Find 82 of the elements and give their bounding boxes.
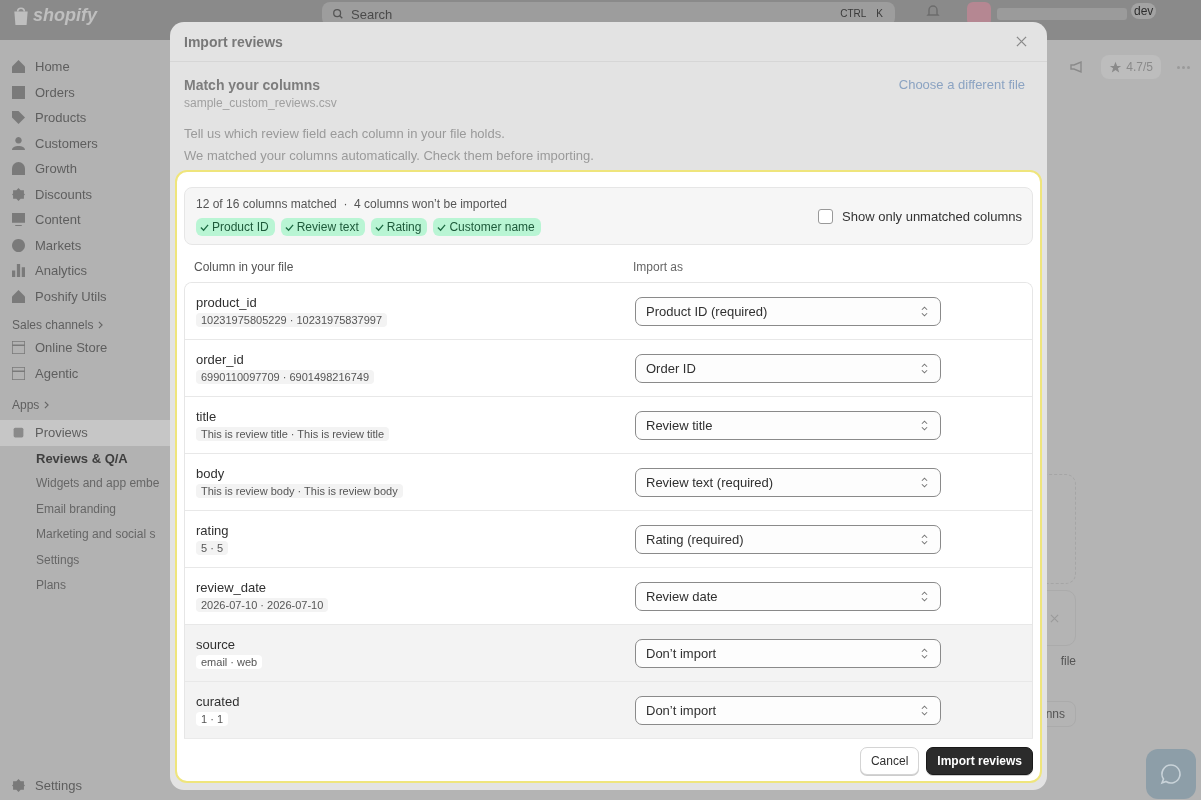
checkbox[interactable] <box>818 209 834 224</box>
chevron-up-down-icon <box>921 305 928 317</box>
import-as-select[interactable]: Product ID (required) <box>635 296 941 326</box>
tag-icon <box>12 111 25 125</box>
column-name: source <box>196 637 237 652</box>
chevron-up-down-icon <box>921 419 928 431</box>
import-as-select[interactable]: Review text (required) <box>635 467 941 497</box>
import-button[interactable]: Import reviews <box>926 747 1033 775</box>
bell-icon[interactable] <box>925 3 941 19</box>
sample-values: 2026-07-10 · 2026-07-10 <box>196 598 329 612</box>
person-icon <box>12 136 25 150</box>
store-chip[interactable]: dev <box>1131 3 1157 19</box>
import-as-select[interactable]: Rating (required) <box>635 524 941 554</box>
check-icon <box>284 222 294 232</box>
column-header: Column in your file <box>194 260 295 274</box>
gear-icon <box>12 187 25 201</box>
sample-values: This is review title · This is review title <box>196 427 390 441</box>
nav-item[interactable]: Home <box>12 54 240 80</box>
check-icon <box>200 222 209 232</box>
chevron-up-down-icon <box>921 704 928 716</box>
matched-chip: Review text <box>280 218 365 236</box>
check-icon <box>374 222 384 232</box>
import-as-select[interactable]: Order ID <box>635 353 941 383</box>
checkbox-label: Show only unmatched columns <box>842 209 1022 224</box>
shortcut-key: CTRL <box>840 8 867 19</box>
intro-text: We matched your columns automatically. Check them before importing. <box>183 147 595 165</box>
search-icon <box>332 8 344 20</box>
chevron-up-down-icon <box>921 533 928 545</box>
house-icon <box>12 60 25 74</box>
section-heading[interactable]: Apps <box>12 398 40 412</box>
column-name: body <box>196 466 226 481</box>
link-text: file <box>1060 654 1076 668</box>
close-icon[interactable] <box>1016 36 1027 47</box>
column-header: Import as <box>633 260 683 274</box>
cancel-button[interactable]: Cancel <box>859 747 920 775</box>
close-icon[interactable] <box>1050 613 1059 623</box>
column-name: product_id <box>196 295 258 310</box>
choose-file-link[interactable]: Choose a different file <box>898 77 1025 110</box>
import-as-select[interactable]: Review title <box>635 410 941 440</box>
section-heading[interactable]: Sales channels <box>12 318 94 332</box>
shortcut-key: K <box>876 8 883 19</box>
chevron-right-icon <box>44 401 50 409</box>
nav-item[interactable]: Proviews <box>0 420 172 446</box>
section-title: Match your columns <box>184 77 322 93</box>
chat-button[interactable] <box>1146 749 1196 799</box>
column-name: curated <box>196 694 241 709</box>
import-as-select[interactable]: Don’t import <box>635 695 941 725</box>
dialog-title: Import reviews <box>184 33 283 50</box>
sample-values: 5 · 5 <box>196 541 228 555</box>
chevron-right-icon <box>98 321 104 329</box>
chevron-up-down-icon <box>921 476 928 488</box>
star-icon <box>1109 60 1123 74</box>
sample-values: 1 · 1 <box>196 712 228 726</box>
chevron-up-down-icon <box>921 590 928 602</box>
column-name: title <box>196 409 218 424</box>
matched-chip: Rating <box>370 218 428 236</box>
bar-chart-icon <box>12 264 25 278</box>
summary-text: 12 of 16 columns matched · 4 columns won’t be imported <box>196 197 508 211</box>
monitor-icon <box>12 213 25 227</box>
file-name: sample_custom_reviews.csv <box>184 96 337 110</box>
sample-values: This is review body · This is review body <box>196 484 403 498</box>
import-as-select[interactable]: Don’t import <box>635 638 941 668</box>
house-icon <box>12 289 25 303</box>
sample-values: 10231975805229 · 10231975837997 <box>196 313 388 327</box>
chevron-up-down-icon <box>921 647 928 659</box>
shopping-bag-icon <box>12 5 30 26</box>
matched-chip: Customer name <box>433 218 541 236</box>
intro-text: Tell us which review field each column in your file holds. <box>183 125 506 143</box>
chevron-up-down-icon <box>921 362 928 374</box>
matched-chip: Product ID <box>196 218 275 236</box>
sample-values: 6990110097709 · 6901498216749 <box>196 370 375 384</box>
column-name: review_date <box>196 580 268 595</box>
nav-item[interactable]: Settings <box>12 772 240 798</box>
speech-bubble-icon <box>1159 762 1183 786</box>
storefront-icon <box>12 341 25 355</box>
column-name: order_id <box>196 352 245 367</box>
column-name: rating <box>196 523 230 538</box>
check-icon <box>437 222 447 232</box>
storefront-icon <box>12 366 25 380</box>
import-as-select[interactable]: Review date <box>635 581 941 611</box>
gear-icon <box>12 778 25 792</box>
sample-values: email · web <box>196 655 263 669</box>
